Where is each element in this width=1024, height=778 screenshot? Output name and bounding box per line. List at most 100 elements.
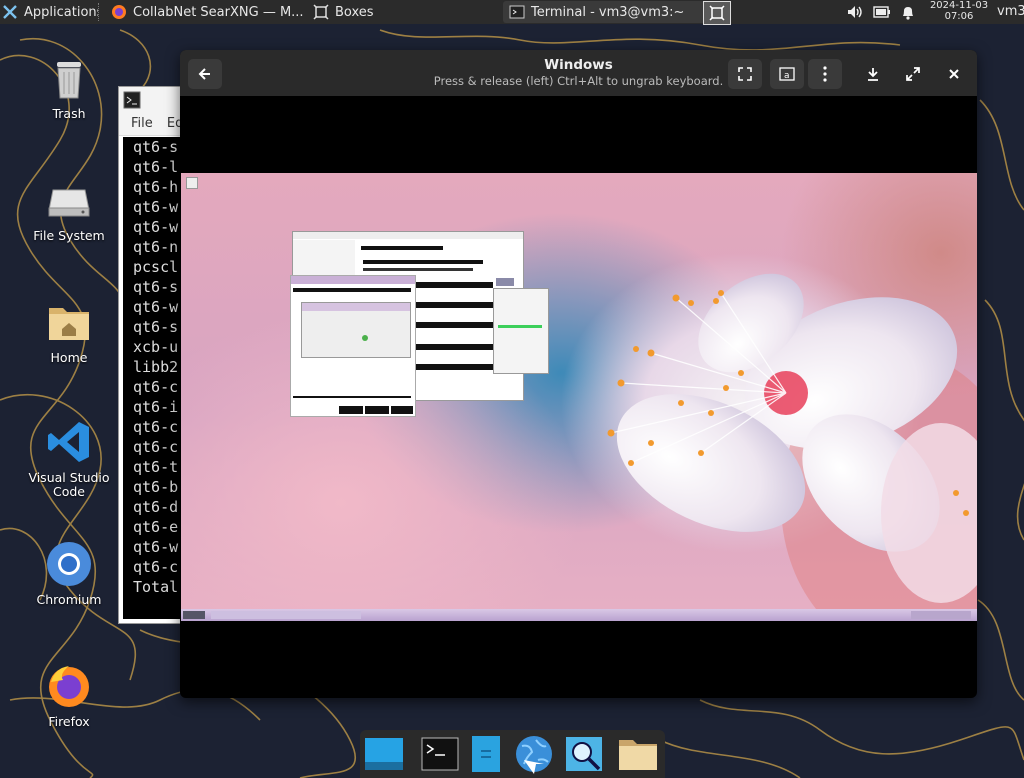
vm-dialog-inner-titlebar — [302, 303, 410, 311]
vm-desktop-icon[interactable] — [186, 177, 198, 189]
task-firefox[interactable]: CollabNet SearXNG — M... — [105, 0, 307, 24]
notification-bell-icon[interactable] — [901, 4, 915, 20]
vm-dialog-button[interactable] — [365, 406, 389, 414]
vm-window-text — [363, 260, 483, 264]
desktop-icon-chromium[interactable]: Chromium — [24, 540, 114, 607]
desktop-icon-trash[interactable]: Trash — [24, 54, 114, 121]
text-editor-icon — [472, 736, 500, 772]
task-terminal[interactable]: Terminal - vm3@vm3:~ — [503, 1, 711, 23]
vm-dialog-divider — [293, 396, 411, 398]
vm-window-text — [403, 302, 493, 308]
menu-file[interactable]: File — [131, 116, 153, 131]
clock[interactable]: 2024-11-03 07:06 — [924, 0, 994, 22]
kebab-menu-icon — [823, 66, 827, 82]
dock-text-editor[interactable] — [464, 734, 508, 774]
drive-icon — [48, 189, 90, 217]
vm-dialog-window[interactable] — [290, 275, 416, 417]
vm-dialog-titlebar — [291, 276, 415, 284]
workspace-indicator[interactable] — [703, 1, 731, 25]
fit-window-button[interactable] — [728, 59, 762, 89]
clock-time: 07:06 — [944, 11, 974, 22]
download-button[interactable] — [858, 59, 888, 89]
desktop-icon-label: Trash — [52, 106, 86, 121]
workspace-icon — [709, 5, 725, 21]
vm-window-sidebar — [293, 240, 355, 280]
keyboard-shortcuts-button[interactable]: a — [770, 59, 804, 89]
keyboard-icon: a — [779, 67, 795, 81]
app-finder-icon — [566, 737, 602, 771]
vm-dialog-button[interactable] — [339, 406, 363, 414]
task-boxes-label: Boxes — [335, 4, 374, 20]
desktop-icon-vscode[interactable]: Visual Studio Code — [24, 418, 114, 499]
terminal-titlebar[interactable] — [119, 87, 189, 113]
desktop-icon-home[interactable]: Home — [24, 298, 114, 365]
vm-window-text — [403, 282, 493, 288]
dock-app-finder[interactable] — [562, 734, 606, 774]
vm-dialog-inner — [301, 302, 411, 358]
vm-display[interactable] — [181, 173, 977, 621]
task-firefox-label: CollabNet SearXNG — M... — [133, 4, 304, 20]
desktop-icon-file-system[interactable]: File System — [24, 176, 114, 243]
vm-window-text — [403, 322, 493, 328]
dock-web-browser[interactable] — [512, 734, 556, 774]
volume-icon[interactable] — [846, 4, 864, 20]
user-menu[interactable]: vm3 — [997, 4, 1024, 19]
desktop-icon — [365, 738, 403, 770]
desktop-icon-label: Firefox — [48, 714, 90, 729]
dock — [360, 730, 665, 778]
desktop-icon-label: Visual Studio Code — [28, 470, 110, 499]
vm-window-button[interactable] — [496, 278, 514, 286]
desktop-icon-label: File System — [33, 228, 105, 243]
panel-separator — [98, 3, 105, 21]
vm-dialog-text — [293, 288, 411, 292]
vm-side-window[interactable] — [493, 288, 549, 374]
top-panel: Applications CollabNet SearXNG — M... Bo… — [0, 0, 1024, 25]
trash-icon — [57, 62, 81, 99]
vm-system-tray — [911, 611, 971, 619]
home-folder-icon — [49, 308, 89, 340]
xfce-logo-icon — [3, 5, 17, 19]
vm-loading-icon — [362, 335, 368, 341]
fullscreen-button[interactable] — [898, 59, 928, 89]
boxes-window[interactable]: Windows Press & release (left) Ctrl+Alt … — [180, 50, 977, 698]
terminal-icon — [123, 91, 141, 109]
vm-start-button[interactable] — [183, 611, 205, 619]
boxes-icon — [313, 4, 329, 20]
applications-label: Applications — [24, 4, 98, 20]
more-menu-button[interactable] — [808, 59, 842, 89]
desktop-icon-label: Home — [50, 350, 88, 365]
fit-window-icon — [738, 67, 752, 81]
files-icon — [619, 740, 657, 770]
applications-menu[interactable]: Applications — [0, 0, 98, 24]
close-button[interactable] — [939, 59, 969, 89]
vm-progress-bar — [498, 325, 542, 328]
dock-terminal[interactable] — [418, 734, 462, 774]
desktop-icon-firefox[interactable]: Firefox — [24, 662, 114, 729]
vscode-icon — [48, 422, 89, 462]
close-icon — [949, 69, 959, 79]
boxes-headerbar[interactable]: Windows Press & release (left) Ctrl+Alt … — [180, 50, 977, 96]
vm-taskbar — [181, 609, 977, 621]
vm-dialog-button[interactable] — [391, 406, 413, 414]
vm-taskbar-item[interactable] — [211, 611, 361, 619]
vm-window-text — [403, 344, 493, 350]
vm-window-text — [403, 364, 493, 370]
terminal-icon — [421, 737, 459, 771]
desktop-icon-label: Chromium — [36, 592, 102, 607]
chromium-icon — [47, 542, 91, 586]
svg-text:a: a — [784, 71, 790, 81]
firefox-icon — [112, 5, 126, 19]
task-boxes[interactable]: Boxes — [307, 0, 503, 24]
download-icon — [868, 68, 878, 81]
fullscreen-icon — [906, 67, 920, 81]
dock-files[interactable] — [616, 734, 660, 774]
battery-icon[interactable] — [873, 5, 891, 19]
firefox-icon — [49, 666, 89, 707]
terminal-menubar: File Ed — [119, 113, 189, 136]
dock-show-desktop[interactable] — [362, 734, 406, 774]
vm-window-text — [363, 268, 473, 271]
terminal-icon — [509, 5, 525, 19]
task-terminal-label: Terminal - vm3@vm3:~ — [531, 4, 685, 20]
web-browser-icon — [516, 736, 552, 774]
clock-date: 2024-11-03 — [929, 0, 989, 11]
